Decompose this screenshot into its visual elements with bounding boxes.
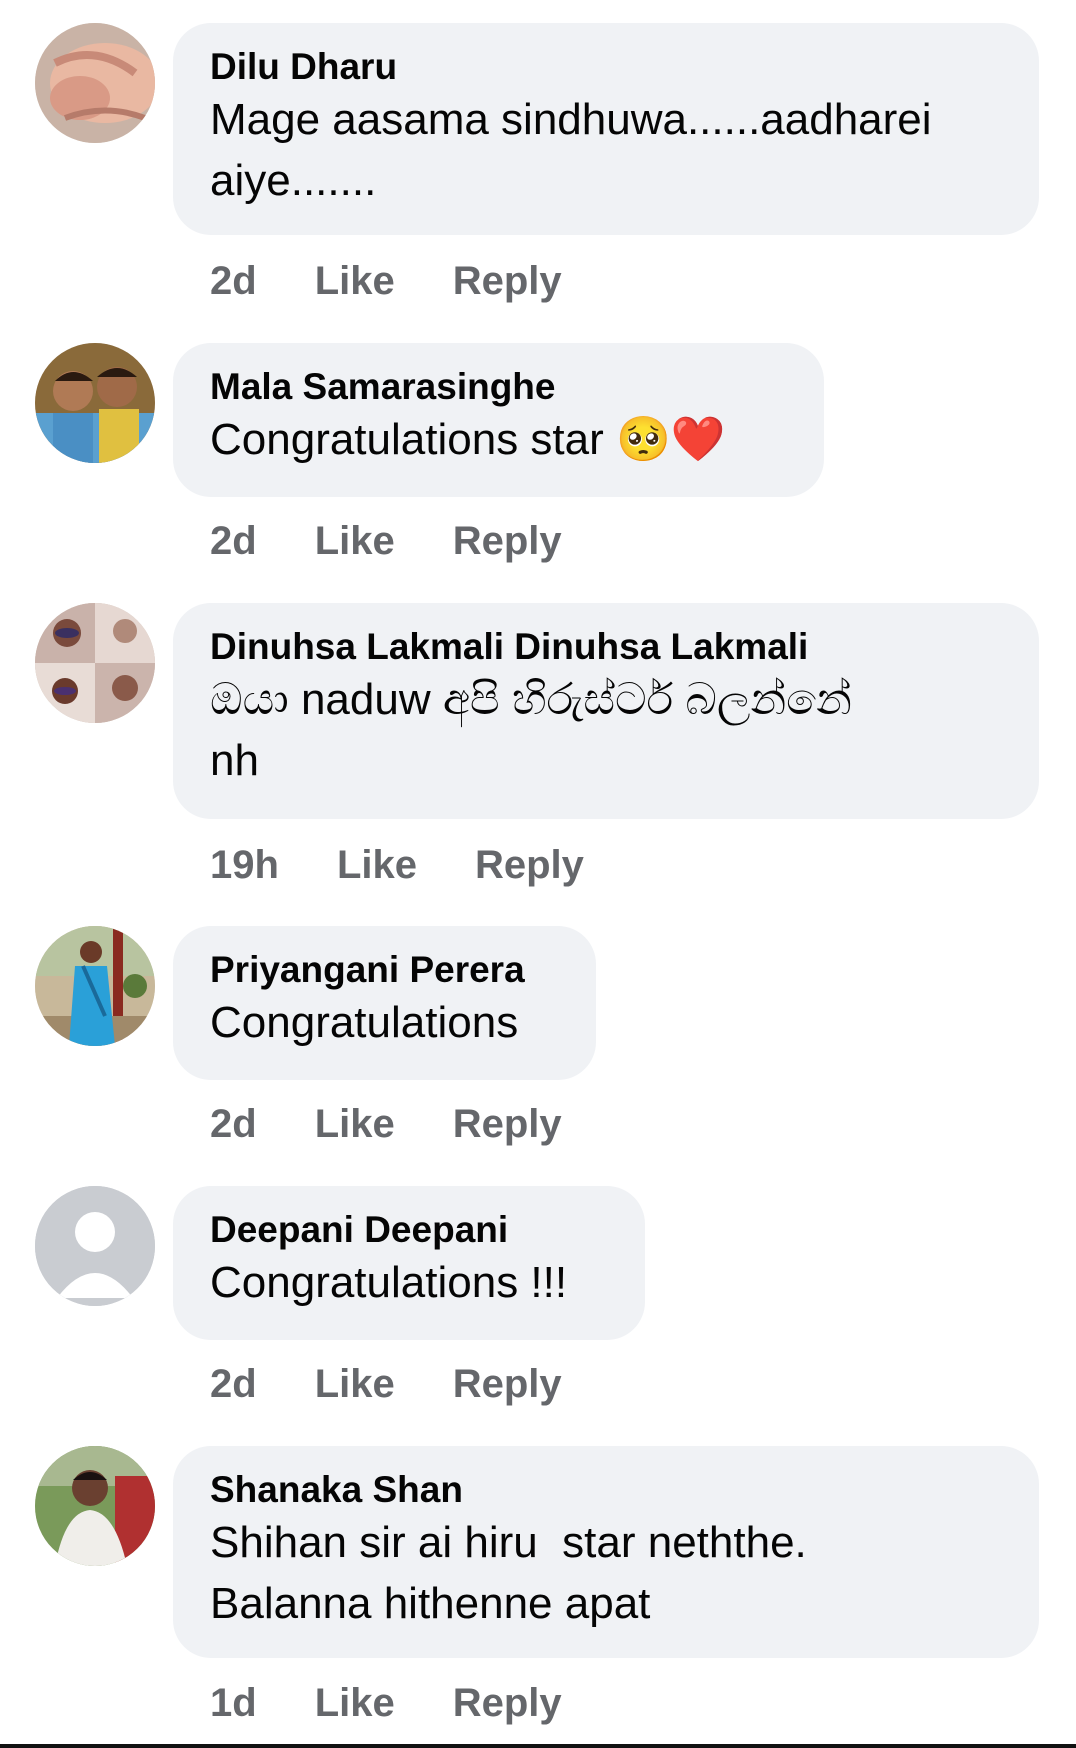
comment-timestamp[interactable]: 2d (210, 1359, 257, 1409)
like-button[interactable]: Like (315, 1099, 395, 1149)
comment-actions: 19h Like Reply (210, 840, 584, 890)
comment-author[interactable]: Deepani Deepani (210, 1208, 609, 1252)
reply-button[interactable]: Reply (453, 1678, 562, 1728)
avatar[interactable] (35, 603, 155, 723)
comment-text-line: Congratulations !!! (210, 1258, 568, 1307)
default-avatar-icon (35, 1186, 155, 1306)
avatar-photo-woman-saree-icon (35, 926, 155, 1046)
avatar[interactable] (35, 343, 155, 463)
comment-text-line: Balanna hithenne apat (210, 1579, 651, 1628)
comment-author[interactable]: Shanaka Shan (210, 1468, 1003, 1512)
comment-text-line: Congratulations star 🥺❤️ (210, 415, 726, 464)
comment-bubble: Deepani Deepani Congratulations !!! (173, 1186, 645, 1340)
comment-timestamp[interactable]: 1d (210, 1678, 257, 1728)
comment-text-line: ඔයා naduw අපි හිරුස්ටර් බලන්නේ (210, 675, 852, 724)
comment-timestamp[interactable]: 2d (210, 516, 257, 566)
like-button[interactable]: Like (315, 516, 395, 566)
reply-button[interactable]: Reply (453, 1099, 562, 1149)
avatar-photo-two-people-icon (35, 343, 155, 463)
like-button[interactable]: Like (315, 256, 395, 306)
avatar-photo-man-icon (35, 1446, 155, 1566)
avatar-photo-collage-icon (35, 603, 155, 723)
comment-bubble: Dinuhsa Lakmali Dinuhsa Lakmali ඔයා nadu… (173, 603, 1039, 819)
like-button[interactable]: Like (337, 840, 417, 890)
comment-text-line: Congratulations (210, 998, 519, 1047)
comment-author[interactable]: Dilu Dharu (210, 45, 1003, 89)
like-button[interactable]: Like (315, 1678, 395, 1728)
comment-author[interactable]: Dinuhsa Lakmali Dinuhsa Lakmali (210, 625, 1003, 669)
avatar[interactable] (35, 1186, 155, 1306)
avatar[interactable] (35, 1446, 155, 1566)
comment-bubble: Priyangani Perera Congratulations (173, 926, 596, 1080)
comment-timestamp[interactable]: 2d (210, 256, 257, 306)
comment-bubble: Mala Samarasinghe Congratulations star 🥺… (173, 343, 824, 497)
reply-button[interactable]: Reply (453, 256, 562, 306)
comment-actions: 2d Like Reply (210, 1099, 562, 1149)
comment-actions: 1d Like Reply (210, 1678, 562, 1728)
comment-text-line: Shihan sir ai hiru star neththe. (210, 1518, 807, 1567)
comment-bubble: Dilu Dharu Mage aasama sindhuwa......aad… (173, 23, 1039, 235)
avatar[interactable] (35, 926, 155, 1046)
comment-timestamp[interactable]: 19h (210, 840, 279, 890)
avatar[interactable] (35, 23, 155, 143)
reply-button[interactable]: Reply (453, 516, 562, 566)
comment-actions: 2d Like Reply (210, 1359, 562, 1409)
comment-actions: 2d Like Reply (210, 256, 562, 306)
comment-actions: 2d Like Reply (210, 516, 562, 566)
comment-author[interactable]: Priyangani Perera (210, 948, 560, 992)
comment-text-line: Mage aasama sindhuwa......aadharei (210, 95, 932, 144)
comment-text-line: aiye....... (210, 156, 377, 205)
comment-timestamp[interactable]: 2d (210, 1099, 257, 1149)
bottom-divider (0, 1744, 1076, 1748)
like-button[interactable]: Like (315, 1359, 395, 1409)
comment-bubble: Shanaka Shan Shihan sir ai hiru star net… (173, 1446, 1039, 1658)
comment-author[interactable]: Mala Samarasinghe (210, 365, 788, 409)
reply-button[interactable]: Reply (475, 840, 584, 890)
reply-button[interactable]: Reply (453, 1359, 562, 1409)
avatar-photo-hands-icon (35, 23, 155, 143)
comment-text-line: nh (210, 736, 259, 785)
